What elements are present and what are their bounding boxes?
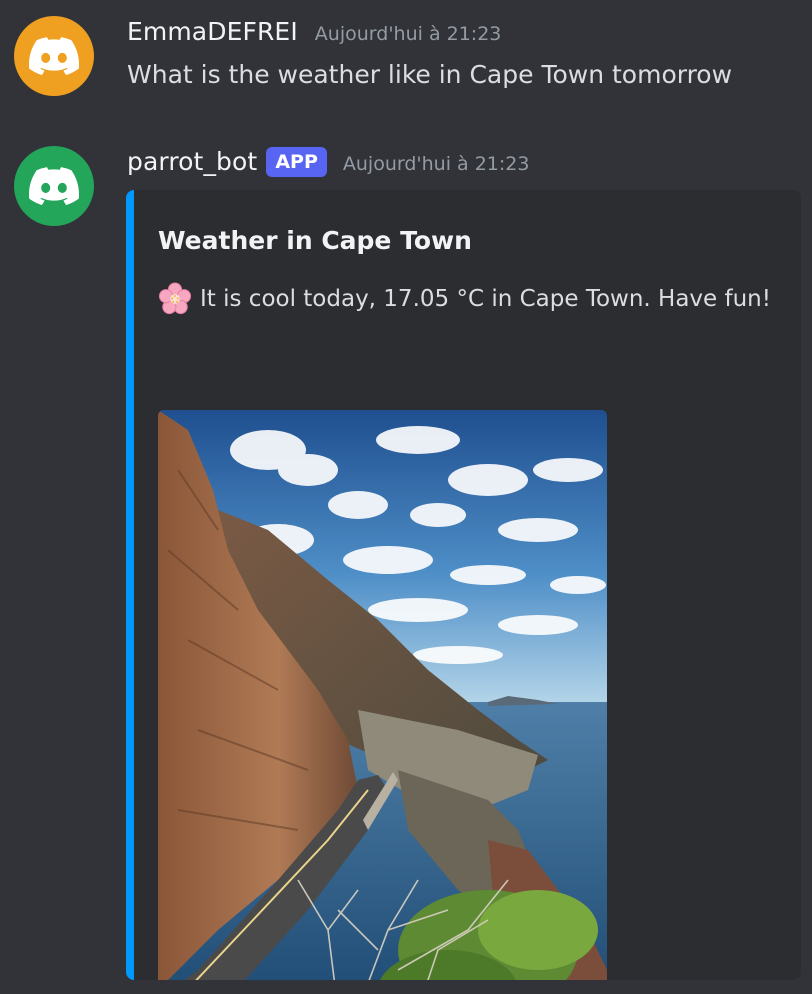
timestamp[interactable]: Aujourd'hui à 21:23 [343, 153, 530, 175]
message-header: EmmaDEFREI Aujourd'hui à 21:23 [127, 17, 501, 46]
chat-message-list: EmmaDEFREI Aujourd'hui à 21:23 What is t… [0, 0, 812, 994]
weather-embed: Weather in Cape Town It is cool today, 1… [126, 190, 801, 980]
message-content: What is the weather like in Cape Town to… [127, 60, 733, 89]
username[interactable]: EmmaDEFREI [127, 17, 298, 46]
avatar[interactable] [14, 16, 94, 96]
embed-accent-bar [126, 190, 134, 980]
cherry-blossom-icon [158, 282, 192, 315]
app-badge: APP [266, 147, 327, 177]
embed-description-text: It is cool today, 17.05 °C in Cape Town.… [200, 286, 771, 312]
username[interactable]: parrot_bot [127, 147, 257, 176]
photo-illustration [158, 410, 607, 980]
discord-logo-icon [29, 37, 79, 75]
embed-title: Weather in Cape Town [158, 226, 472, 255]
timestamp[interactable]: Aujourd'hui à 21:23 [315, 23, 502, 45]
discord-logo-icon [29, 167, 79, 205]
coastal-mountain-road-photo[interactable] [158, 410, 607, 980]
embed-description: It is cool today, 17.05 °C in Cape Town.… [158, 282, 771, 316]
message-header: parrot_bot APP Aujourd'hui à 21:23 [127, 147, 529, 179]
avatar[interactable] [14, 146, 94, 226]
